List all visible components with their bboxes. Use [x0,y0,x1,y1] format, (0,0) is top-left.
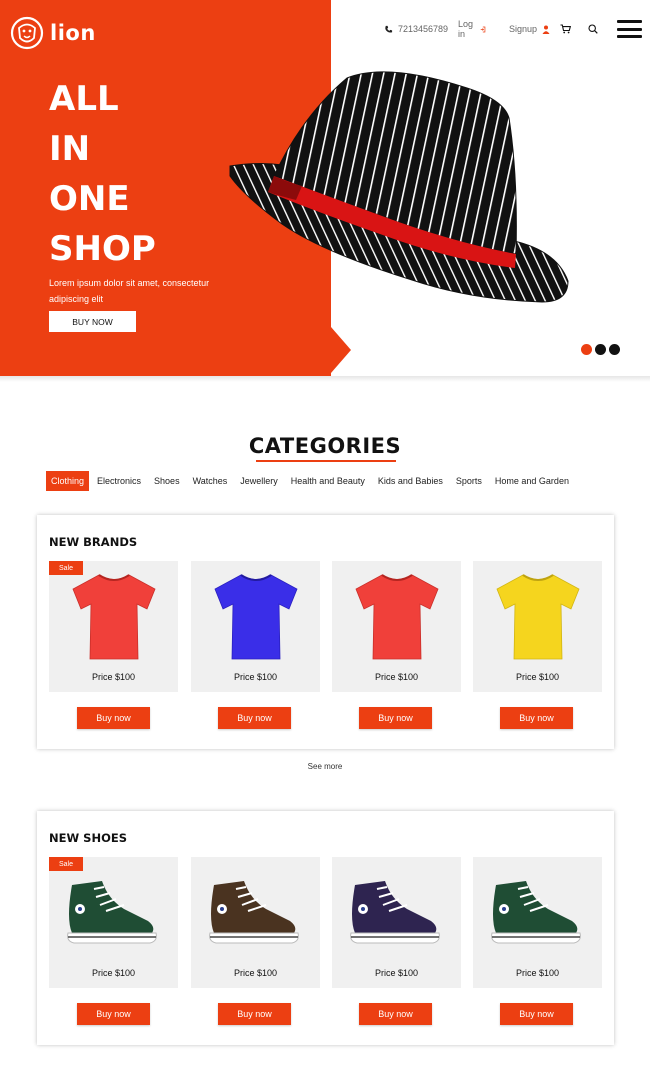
cart-button[interactable] [560,24,571,34]
product-price: Price $100 [91,672,136,682]
search-icon [588,24,598,34]
buy-now-button[interactable]: Buy now [77,1003,150,1025]
product-card[interactable]: Price $100 [473,857,602,988]
headline-line: IN [49,129,91,169]
carousel-dot[interactable] [609,344,620,355]
hero-divider [0,376,650,382]
tab-jewellery[interactable]: Jewellery [235,471,283,491]
headline-line: ALL [49,79,119,119]
login-link[interactable]: Log in [458,19,486,39]
sneaker-image [350,881,440,944]
tab-clothing[interactable]: Clothing [46,471,90,491]
carousel-dot[interactable] [595,344,606,355]
tab-shoes[interactable]: Shoes [149,471,185,491]
product-card[interactable]: Price $100 [332,561,461,692]
product-price: Price $100 [91,968,136,978]
new-brands-section: NEW BRANDS Sale Price $100 Buy now Price… [37,515,614,749]
product-price: Price $100 [374,672,419,682]
menu-icon[interactable] [617,20,642,38]
product-price: Price $100 [233,672,278,682]
phone-contact[interactable]: 7213456789 [384,24,458,34]
section-title: NEW SHOES [49,831,127,845]
tab-kids-and-babies[interactable]: Kids and Babies [373,471,448,491]
headline-line: SHOP [49,229,156,269]
fedora-hat-image [229,71,569,303]
hero-buy-now-button[interactable]: BUY NOW [49,311,136,332]
category-tabs: Clothing Electronics Shoes Watches Jewel… [46,471,577,491]
product-price: Price $100 [515,968,560,978]
signup-link[interactable]: Signup [509,24,550,34]
top-bar: 7213456789 Log in Signup [384,18,598,40]
see-more-link[interactable]: See more [0,762,650,771]
headline-line: ONE [49,179,130,219]
buy-now-button[interactable]: Buy now [359,1003,432,1025]
login-icon [481,26,486,32]
product-card[interactable]: Price $100 [332,857,461,988]
brand-name: lion [50,21,96,45]
sneaker-image [491,881,581,944]
product-card[interactable]: Sale Price $100 [49,561,178,692]
carousel-dot[interactable] [581,344,592,355]
tab-watches[interactable]: Watches [188,471,233,491]
search-button[interactable] [588,24,598,34]
product-card[interactable]: Sale Price $100 [49,857,178,988]
login-label: Log in [458,19,474,39]
buy-now-button[interactable]: Buy now [359,707,432,729]
sale-badge: Sale [49,857,83,871]
tshirt-image [355,574,439,660]
tab-sports[interactable]: Sports [451,471,487,491]
buy-now-button[interactable]: Buy now [77,707,150,729]
buy-now-button[interactable]: Buy now [218,1003,291,1025]
new-shoes-section: NEW SHOES Sale Price $100 Buy now Price … [37,811,614,1045]
carousel-dots [581,344,620,355]
sneaker-image [67,881,157,944]
tshirt-image [214,574,298,660]
product-price: Price $100 [374,968,419,978]
signup-label: Signup [509,24,538,34]
phone-icon [385,25,393,32]
tab-home-and-garden[interactable]: Home and Garden [490,471,574,491]
cart-icon [560,24,571,34]
tshirt-image [496,574,580,660]
product-price: Price $100 [233,968,278,978]
hero-description: Lorem ipsum dolor sit amet, consectetur … [49,278,210,304]
buy-now-button[interactable]: Buy now [218,707,291,729]
product-price: Price $100 [515,672,560,682]
phone-number: 7213456789 [398,24,449,34]
hero-banner: lion ALL IN ONE SHOP Lorem ipsum dolor s… [0,0,650,376]
lion-head-icon [10,16,44,50]
tab-electronics[interactable]: Electronics [92,471,146,491]
product-card[interactable]: Price $100 [191,561,320,692]
brand-logo[interactable]: lion [10,16,96,50]
tab-health-and-beauty[interactable]: Health and Beauty [286,471,370,491]
hero-headline: ALL IN ONE SHOP [49,74,156,274]
user-icon [542,25,550,34]
sneaker-image [209,881,299,944]
buy-now-button[interactable]: Buy now [500,1003,573,1025]
buy-now-button[interactable]: Buy now [500,707,573,729]
product-card[interactable]: Price $100 [473,561,602,692]
hero-arrow-notch [331,327,351,373]
section-title: NEW BRANDS [49,535,138,549]
tshirt-image [72,574,156,660]
categories-title: CATEGORIES [248,434,402,458]
categories-underline [256,460,396,462]
product-card[interactable]: Price $100 [191,857,320,988]
